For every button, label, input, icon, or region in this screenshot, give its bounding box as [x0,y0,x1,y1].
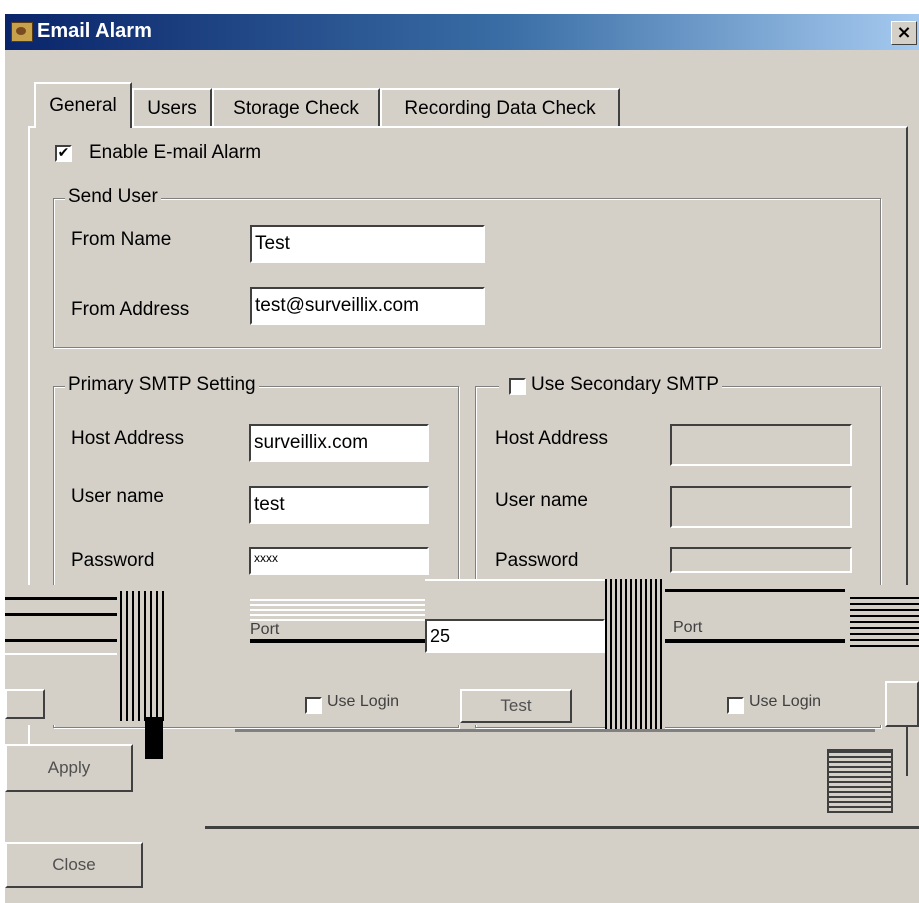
secondary-username-input[interactable] [670,486,852,528]
email-alarm-dialog: Email Alarm × General Users Storage Chec… [5,14,919,903]
app-icon [11,22,33,42]
close-button[interactable]: Close [5,842,143,888]
from-address-input[interactable]: test@surveillix.com [250,287,485,325]
use-secondary-smtp-checkbox[interactable] [509,378,526,395]
primary-port-input[interactable]: 25 [425,619,605,653]
send-user-legend: Send User [65,186,161,208]
footer-separator [205,826,919,829]
send-user-group [53,198,881,348]
from-name-input[interactable]: Test [250,225,485,263]
window-title: Email Alarm [37,20,152,42]
primary-username-label: User name [71,486,164,507]
secondary-port-label: Port [673,619,703,636]
enable-email-alarm-checkbox[interactable]: ✔ [55,145,72,162]
primary-host-label: Host Address [71,428,184,449]
primary-use-login-checkbox[interactable] [305,697,322,714]
secondary-use-login-label: Use Login [749,693,822,710]
secondary-use-login-checkbox[interactable] [727,697,744,714]
secondary-smtp-legend: Use Secondary SMTP [499,374,722,396]
title-bar[interactable]: Email Alarm × [5,14,919,50]
enable-email-alarm-label: Enable E-mail Alarm [89,142,262,163]
primary-port-label: Port [250,621,280,638]
primary-host-input[interactable]: surveillix.com [249,424,429,462]
from-address-label: From Address [71,299,190,320]
secondary-username-label: User name [495,490,588,511]
from-name-label: From Name [71,229,172,250]
close-icon[interactable]: × [891,21,917,45]
tab-recording-data-check[interactable]: Recording Data Check [380,88,620,126]
primary-username-input[interactable]: test [249,486,429,524]
primary-use-login-label: Use Login [327,693,400,710]
test-button[interactable]: Test [460,689,572,723]
secondary-host-label: Host Address [495,428,608,449]
tab-users[interactable]: Users [132,88,212,126]
secondary-host-input[interactable] [670,424,852,466]
tab-general[interactable]: General [34,82,132,128]
tab-storage-check[interactable]: Storage Check [212,88,380,126]
apply-button[interactable]: Apply [5,744,133,792]
primary-smtp-legend: Primary SMTP Setting [65,374,259,396]
